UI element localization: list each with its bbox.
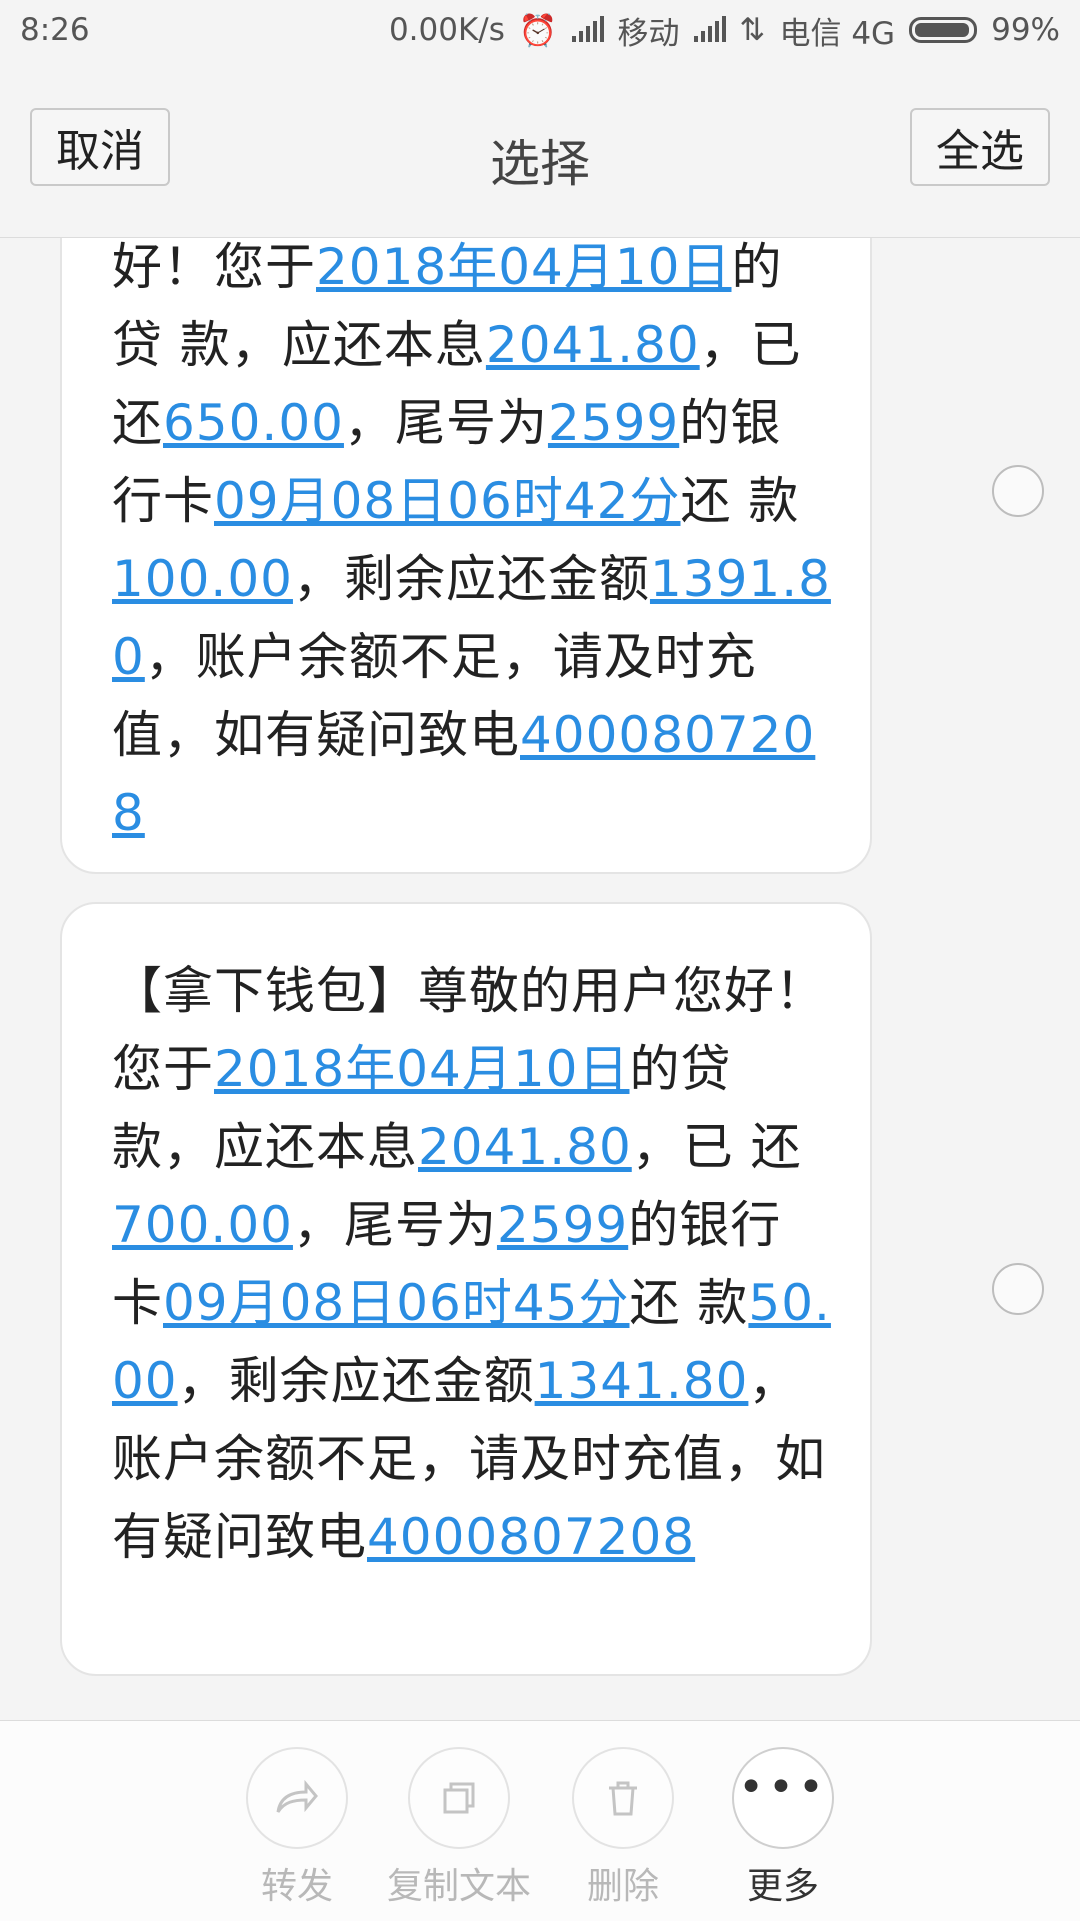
- message-bubble[interactable]: 【拿下钱包】尊敬的用户您好！您于2018年04月10日的贷 款，应还本息2041…: [60, 902, 872, 1676]
- message-link[interactable]: 1341.80: [535, 1352, 749, 1410]
- message-link[interactable]: 09月08日06时45分: [163, 1274, 630, 1332]
- message-text-segment: ，已 还: [631, 1118, 802, 1176]
- delete-button[interactable]: [572, 1747, 674, 1849]
- copy-label: 复制文本: [386, 1866, 531, 1907]
- network-speed: 0.00K/s: [388, 12, 505, 48]
- message-link[interactable]: 2018年04月10日: [214, 1040, 630, 1098]
- title-bar: 取消 选择 全选: [0, 60, 1080, 238]
- status-indicators: 0.00K/s ⏰ 移动 ⇅ 电信 4G 99%: [389, 8, 1060, 53]
- status-time: 8:26: [20, 12, 90, 48]
- data-arrows-icon: ⇅: [739, 12, 766, 48]
- forward-icon: [276, 1779, 318, 1813]
- message-link[interactable]: 09月08日06时42分: [214, 472, 681, 530]
- message-text-segment: ，尾号为: [343, 394, 548, 452]
- message-link[interactable]: 2041.80: [486, 316, 700, 374]
- signal-icon-2: [693, 16, 726, 42]
- more-label: 更多: [746, 1866, 819, 1907]
- message-link[interactable]: 2599: [548, 394, 679, 452]
- message-link[interactable]: 4000807208: [367, 1508, 695, 1566]
- message-list: 好！您于2018年04月10日的贷 款，应还本息2041.80，已 还650.0…: [0, 238, 1080, 1720]
- more-dots-icon: •••: [738, 1762, 828, 1813]
- message-link[interactable]: 100.00: [112, 550, 293, 608]
- delete-action[interactable]: 删除: [538, 1747, 708, 1909]
- message-text-segment: ，剩余应还金额: [292, 550, 650, 608]
- message-link[interactable]: 650.00: [163, 394, 344, 452]
- bottom-action-bar: 转发 复制文本 删除 ••• 更多: [0, 1720, 1080, 1921]
- message-link[interactable]: 2041.80: [418, 1118, 632, 1176]
- status-bar: 8:26 0.00K/s ⏰ 移动 ⇅ 电信 4G 99%: [0, 0, 1080, 60]
- carrier-1: 移动: [617, 15, 680, 52]
- more-button[interactable]: •••: [732, 1747, 834, 1849]
- battery-level: 99%: [991, 12, 1060, 48]
- message-text: 【拿下钱包】尊敬的用户您好！您于2018年04月10日的贷 款，应还本息2041…: [112, 952, 832, 1576]
- select-radio[interactable]: [992, 465, 1044, 517]
- trash-icon: [609, 1781, 637, 1816]
- message-text: 好！您于2018年04月10日的贷 款，应还本息2041.80，已 还650.0…: [112, 238, 832, 852]
- forward-button[interactable]: [246, 1747, 348, 1849]
- message-text-segment: 好！您于: [112, 238, 316, 296]
- message-link[interactable]: 2599: [497, 1196, 628, 1254]
- copy-text-action[interactable]: 复制文本: [374, 1747, 544, 1909]
- message-link[interactable]: 700.00: [112, 1196, 293, 1254]
- copy-button[interactable]: [408, 1747, 510, 1849]
- select-radio[interactable]: [992, 1263, 1044, 1315]
- message-text-segment: ，尾号为: [292, 1196, 497, 1254]
- message-bubble[interactable]: 好！您于2018年04月10日的贷 款，应还本息2041.80，已 还650.0…: [60, 238, 872, 874]
- signal-icon: [571, 16, 604, 42]
- forward-label: 转发: [260, 1866, 333, 1907]
- message-text-segment: 还 款: [629, 1274, 749, 1332]
- battery-icon: [909, 17, 978, 43]
- copy-icon: [443, 1782, 475, 1814]
- alarm-icon: ⏰: [518, 12, 558, 49]
- delete-label: 删除: [586, 1866, 659, 1907]
- forward-action[interactable]: 转发: [212, 1747, 382, 1909]
- message-text-segment: 还 款: [680, 472, 800, 530]
- carrier-2: 电信 4G: [779, 15, 896, 52]
- message-link[interactable]: 2018年04月10日: [316, 238, 732, 296]
- select-all-button[interactable]: 全选: [910, 108, 1050, 186]
- message-text-segment: ，剩余应还金额: [177, 1352, 535, 1410]
- more-action[interactable]: ••• 更多: [698, 1747, 868, 1909]
